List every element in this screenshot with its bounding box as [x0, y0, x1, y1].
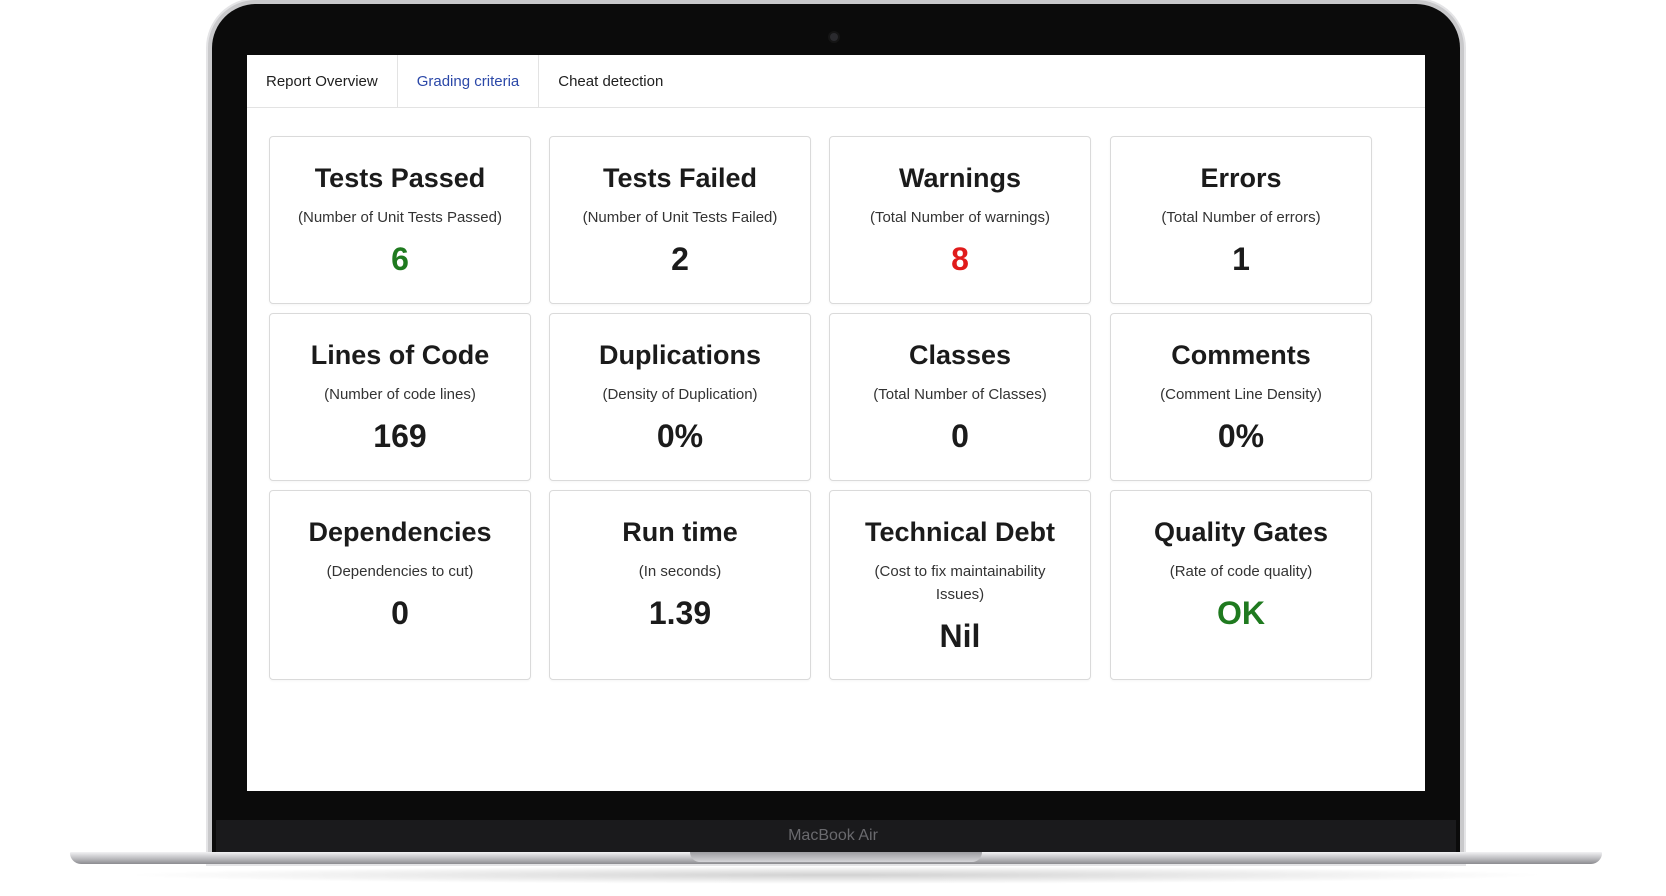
card-subtitle: (Number of code lines) [324, 386, 476, 403]
card-value: Nil [939, 618, 981, 654]
card-dependencies: Dependencies (Dependencies to cut) 0 [269, 490, 531, 680]
card-subtitle: (Rate of code quality) [1169, 563, 1313, 580]
card-value: 169 [373, 418, 427, 454]
card-title: Quality Gates [1153, 517, 1329, 547]
card-warnings: Warnings (Total Number of warnings) 8 [829, 136, 1091, 304]
card-title: Duplications [598, 340, 761, 370]
card-errors: Errors (Total Number of errors) 1 [1110, 136, 1372, 304]
card-value: 2 [671, 241, 689, 277]
card-comments: Comments (Comment Line Density) 0% [1110, 313, 1372, 481]
card-title: Warnings [898, 163, 1021, 193]
card-classes: Classes (Total Number of Classes) 0 [829, 313, 1091, 481]
camera-icon [830, 33, 838, 41]
card-title: Classes [908, 340, 1012, 370]
card-quality-gates: Quality Gates (Rate of code quality) OK [1110, 490, 1372, 680]
card-subtitle: (Comment Line Density) [1160, 386, 1322, 403]
card-title: Errors [1200, 163, 1282, 193]
card-value: OK [1217, 595, 1265, 631]
card-title: Technical Debt [864, 517, 1056, 547]
card-title: Tests Failed [602, 163, 758, 193]
card-title: Tests Passed [314, 163, 486, 193]
card-subtitle: (Dependencies to cut) [326, 563, 474, 580]
card-value: 6 [391, 241, 409, 277]
card-subtitle: (Total Number of errors) [1161, 209, 1321, 226]
card-value: 8 [951, 241, 969, 277]
card-tests-failed: Tests Failed (Number of Unit Tests Faile… [549, 136, 811, 304]
tab-bar: Report Overview Grading criteria Cheat d… [247, 55, 1425, 108]
card-duplications: Duplications (Density of Duplication) 0% [549, 313, 811, 481]
card-value: 1 [1232, 241, 1250, 277]
card-subtitle: (Density of Duplication) [602, 386, 758, 403]
laptop-shadow [120, 866, 1552, 884]
card-value: 0% [1217, 418, 1265, 454]
card-title: Dependencies [308, 517, 492, 547]
card-title: Comments [1171, 340, 1311, 370]
card-subtitle: (Number of Unit Tests Failed) [582, 209, 778, 226]
card-subtitle: (Number of Unit Tests Passed) [298, 209, 502, 226]
card-tests-passed: Tests Passed (Number of Unit Tests Passe… [269, 136, 531, 304]
card-subtitle: (Cost to fix maintainability Issues) [874, 563, 1046, 603]
card-technical-debt: Technical Debt (Cost to fix maintainabil… [829, 490, 1091, 680]
card-value: 0 [391, 595, 409, 631]
laptop-notch [690, 852, 982, 862]
card-subtitle: (Total Number of warnings) [869, 209, 1051, 226]
card-run-time: Run time (In seconds) 1.39 [549, 490, 811, 680]
card-value: 0 [951, 418, 969, 454]
card-value: 1.39 [648, 595, 712, 631]
card-title: Run time [622, 517, 738, 547]
tab-grading-criteria[interactable]: Grading criteria [398, 55, 540, 107]
tab-report-overview[interactable]: Report Overview [247, 55, 398, 107]
card-value: 0% [656, 418, 704, 454]
card-lines-of-code: Lines of Code (Number of code lines) 169 [269, 313, 531, 481]
card-title: Lines of Code [310, 340, 490, 370]
laptop-brand-label: MacBook Air [788, 827, 878, 844]
card-subtitle: (Total Number of Classes) [873, 386, 1047, 403]
card-subtitle: (In seconds) [638, 563, 722, 580]
tab-cheat-detection[interactable]: Cheat detection [539, 55, 682, 107]
screen: Report Overview Grading criteria Cheat d… [247, 55, 1425, 791]
